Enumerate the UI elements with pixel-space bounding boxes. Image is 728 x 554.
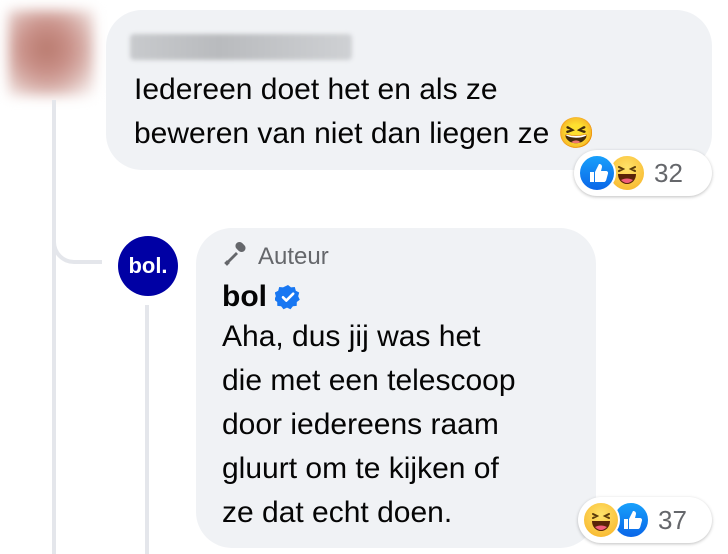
reply-reactions[interactable]: 37 xyxy=(578,497,712,543)
comment-text: Iedereen doet het en als ze beweren van … xyxy=(134,68,694,156)
reply-text-line: gluurt om te kijken of xyxy=(222,452,499,485)
author-badge-label: Auteur xyxy=(258,242,329,270)
page-name[interactable]: bol xyxy=(222,280,267,314)
reply-thread-line xyxy=(145,305,149,554)
reply-author: bol xyxy=(222,280,301,314)
commenter-name[interactable] xyxy=(130,34,352,60)
laughing-emoji: 😆 xyxy=(557,117,596,150)
like-icon xyxy=(578,154,616,192)
reply-connector xyxy=(52,200,102,264)
reply-text-line: die met een telescoop xyxy=(222,364,516,397)
commenter-avatar[interactable] xyxy=(8,10,94,96)
reaction-count: 37 xyxy=(658,504,687,535)
comment-text-line: Iedereen doet het en als ze xyxy=(134,73,498,106)
haha-icon xyxy=(582,501,620,539)
reply-text: Aha, dus jij was het die met een telesco… xyxy=(222,315,592,535)
bol-avatar[interactable]: bol. xyxy=(118,236,178,296)
reply-text-line: ze dat echt doen. xyxy=(222,496,453,529)
comment-text-line-text: beweren van niet dan liegen ze xyxy=(134,117,550,150)
author-badge: Auteur xyxy=(222,240,329,273)
comment-reactions[interactable]: 32 xyxy=(574,150,712,196)
thread-line xyxy=(52,100,56,554)
reply-text-line: Aha, dus jij was het xyxy=(222,320,481,353)
verified-badge-icon xyxy=(275,284,301,310)
reply-text-line: door iedereens raam xyxy=(222,408,499,441)
reaction-count: 32 xyxy=(654,157,683,188)
microphone-icon xyxy=(222,240,250,273)
